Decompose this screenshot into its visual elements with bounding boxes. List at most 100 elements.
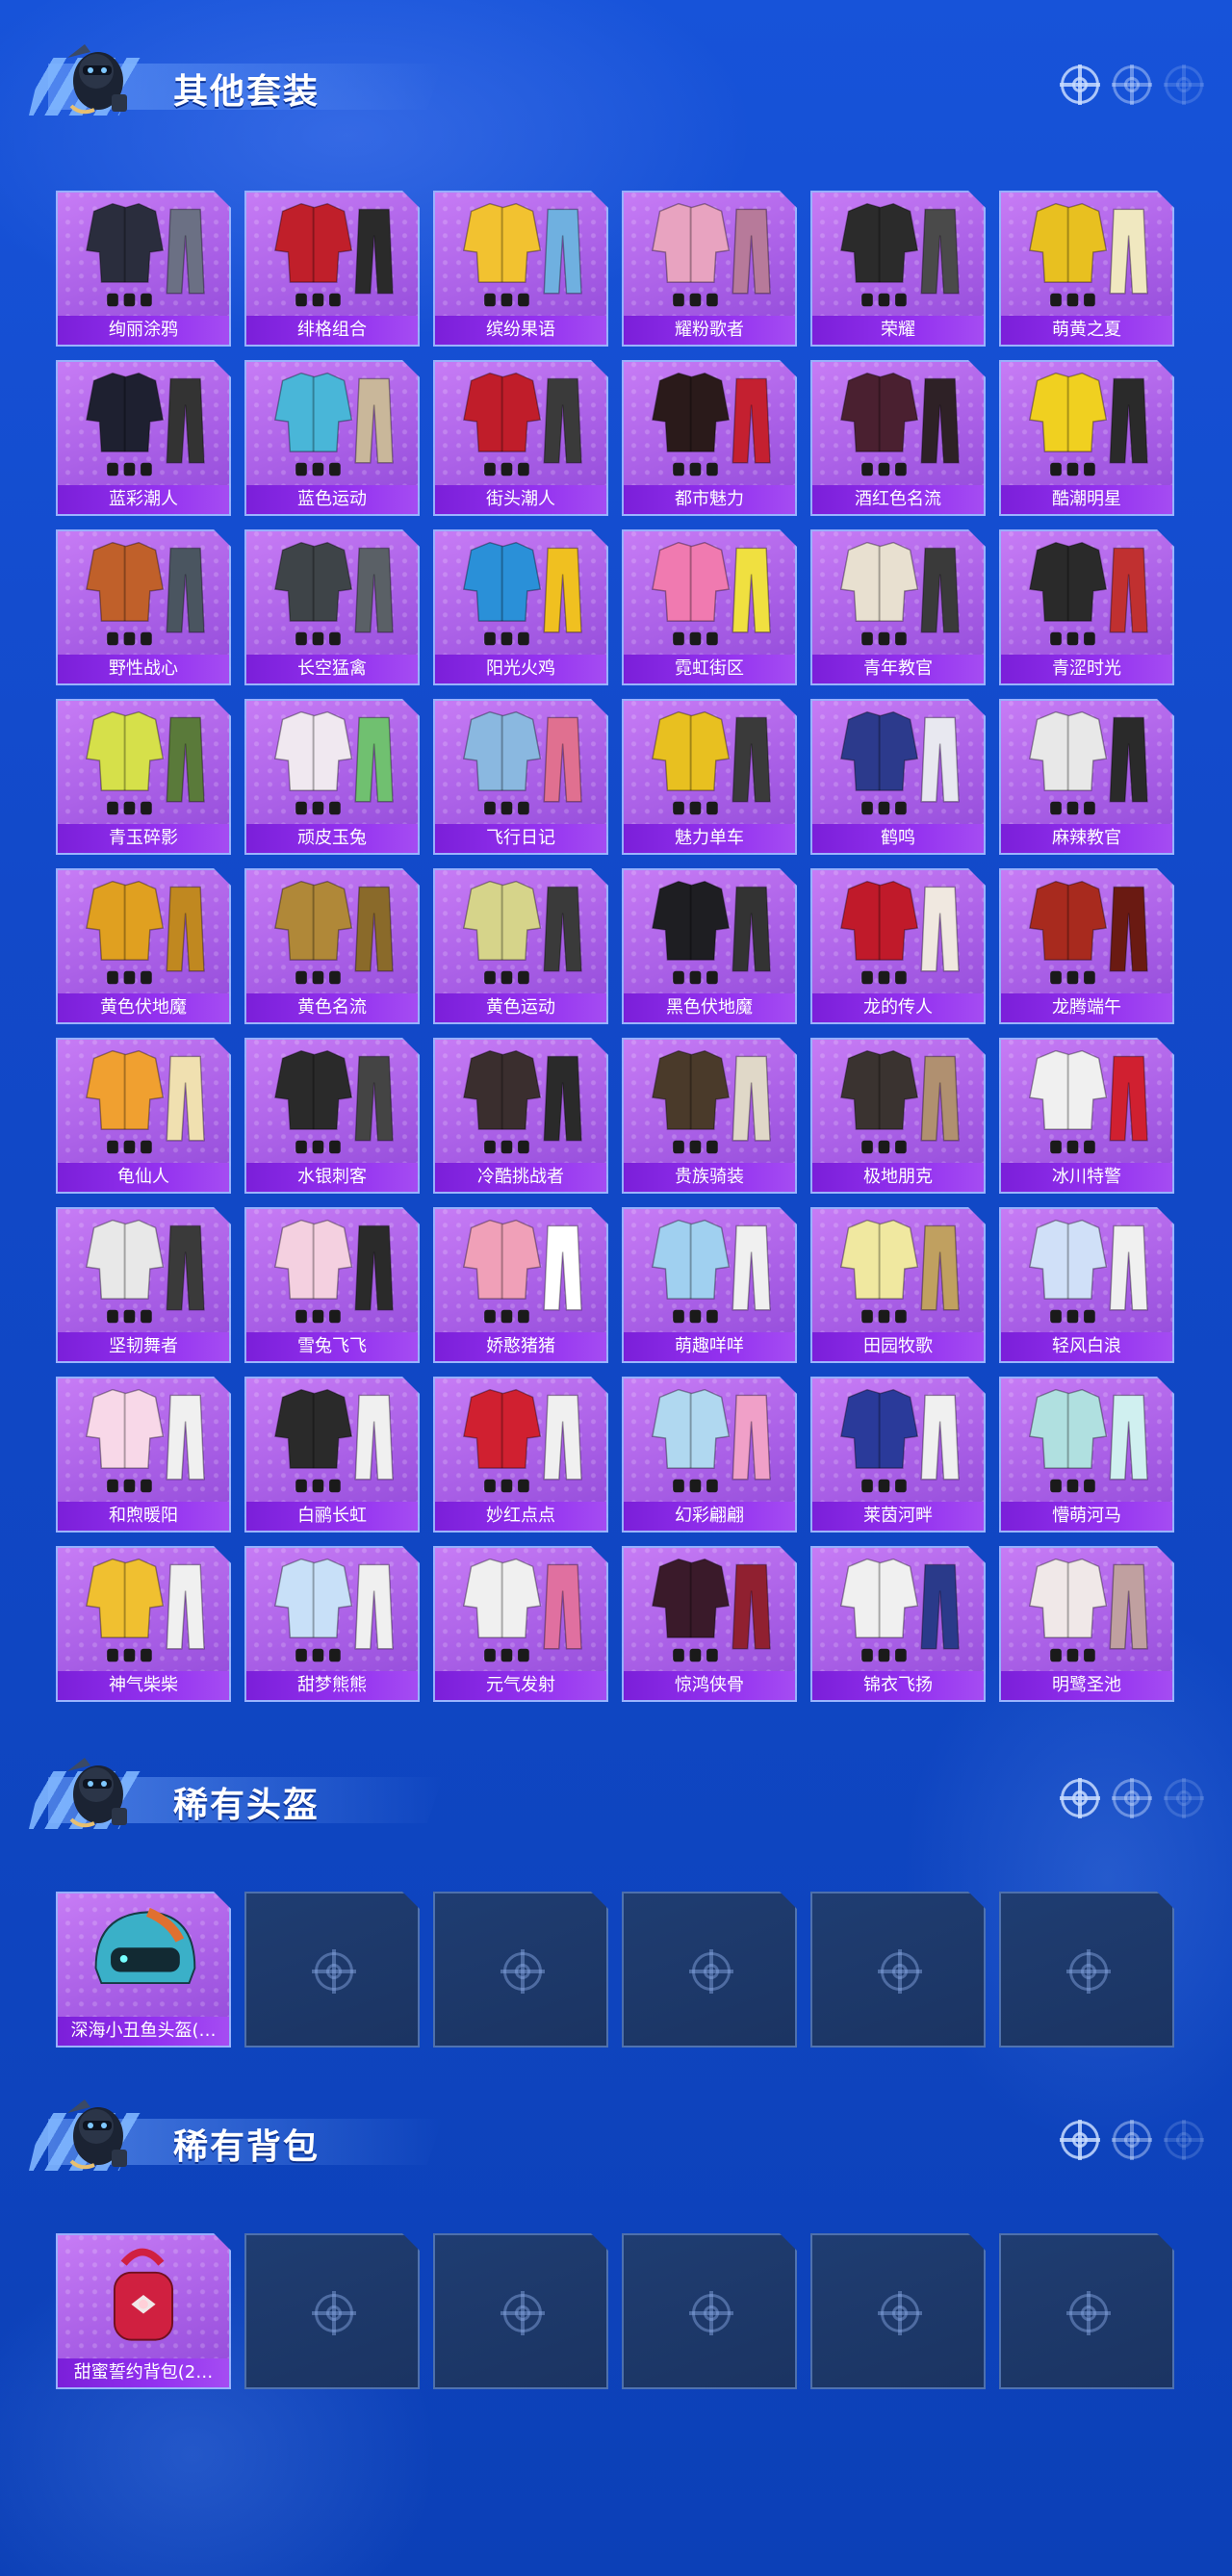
item-card[interactable]: 都市魅力 (622, 360, 797, 516)
item-name: 龙的传人 (812, 993, 984, 1022)
header-decoration (1060, 64, 1204, 105)
crosshair-icon (503, 1952, 542, 1991)
outfit-image (246, 362, 418, 485)
item-card[interactable]: 长空猛禽 (244, 529, 420, 685)
item-card[interactable]: 黑色伏地魔 (622, 868, 797, 1024)
item-card[interactable]: 萌黄之夏 (999, 191, 1174, 347)
item-name: 幻彩翩翩 (624, 1502, 795, 1531)
item-card[interactable]: 龙的传人 (810, 868, 986, 1024)
item-card[interactable]: 阳光火鸡 (433, 529, 608, 685)
item-card[interactable]: 耀粉歌者 (622, 191, 797, 347)
outfit-image (58, 1378, 229, 1502)
item-name: 都市魅力 (624, 485, 795, 514)
item-name: 飞行日记 (435, 824, 606, 853)
item-name: 娇憨猪猪 (435, 1332, 606, 1361)
item-card[interactable]: 飞行日记 (433, 699, 608, 855)
crosshair-icon (315, 2294, 353, 2332)
item-card[interactable]: 锦衣飞扬 (810, 1546, 986, 1702)
item-card[interactable]: 黄色名流 (244, 868, 420, 1024)
item-card[interactable]: 黄色运动 (433, 868, 608, 1024)
item-card[interactable]: 田园牧歌 (810, 1207, 986, 1363)
item-card[interactable]: 冰川特警 (999, 1038, 1174, 1194)
item-card[interactable]: 荣耀 (810, 191, 986, 347)
item-name: 阳光火鸡 (435, 655, 606, 683)
item-card[interactable]: 懵萌河马 (999, 1377, 1174, 1533)
item-card[interactable]: 明鹭圣池 (999, 1546, 1174, 1702)
outfit-image (1001, 1378, 1172, 1502)
header-decoration (1060, 2120, 1204, 2160)
empty-slot (999, 2233, 1174, 2389)
item-card[interactable]: 轻风白浪 (999, 1207, 1174, 1363)
item-card[interactable]: 和煦暖阳 (56, 1377, 231, 1533)
item-card[interactable]: 水银刺客 (244, 1038, 420, 1194)
outfit-image (812, 1378, 984, 1502)
item-card[interactable]: 麻辣教官 (999, 699, 1174, 855)
outfit-image (1001, 701, 1172, 824)
item-card[interactable]: 青涩时光 (999, 529, 1174, 685)
outfit-image (246, 870, 418, 993)
item-card[interactable]: 绚丽涂鸦 (56, 191, 231, 347)
crosshair-icon (1069, 1952, 1108, 1991)
outfit-image (246, 193, 418, 316)
item-name: 田园牧歌 (812, 1332, 984, 1361)
outfit-image (1001, 1548, 1172, 1671)
item-card[interactable]: 野性战心 (56, 529, 231, 685)
item-card[interactable]: 神气柴柴 (56, 1546, 231, 1702)
item-card[interactable]: 深海小丑鱼头盔(… (56, 1892, 231, 2048)
item-card[interactable]: 鹤鸣 (810, 699, 986, 855)
item-card[interactable]: 妙红点点 (433, 1377, 608, 1533)
mascot-icon (58, 1752, 133, 1833)
item-card[interactable]: 酷潮明星 (999, 360, 1174, 516)
item-card[interactable]: 冷酷挑战者 (433, 1038, 608, 1194)
item-card[interactable]: 霓虹街区 (622, 529, 797, 685)
item-name: 黄色名流 (246, 993, 418, 1022)
empty-slot (244, 1892, 420, 2048)
item-card[interactable]: 甜蜜誓约背包(2… (56, 2233, 231, 2389)
crosshair-icon (1060, 64, 1100, 105)
outfit-image (58, 1040, 229, 1163)
item-name: 绯格组合 (246, 316, 418, 345)
item-card[interactable]: 青年教官 (810, 529, 986, 685)
item-card[interactable]: 惊鸿侠骨 (622, 1546, 797, 1702)
crosshair-icon (1164, 2120, 1204, 2160)
section-title: 稀有头盔 (173, 1786, 321, 1825)
item-card[interactable]: 莱茵河畔 (810, 1377, 986, 1533)
item-name: 极地朋克 (812, 1163, 984, 1192)
item-card[interactable]: 元气发射 (433, 1546, 608, 1702)
outfit-image (1001, 362, 1172, 485)
item-card[interactable]: 娇憨猪猪 (433, 1207, 608, 1363)
item-card[interactable]: 龙腾端午 (999, 868, 1174, 1024)
item-name: 元气发射 (435, 1671, 606, 1700)
item-card[interactable]: 街头潮人 (433, 360, 608, 516)
item-name: 鹤鸣 (812, 824, 984, 853)
item-name: 明鹭圣池 (1001, 1671, 1172, 1700)
section-header: 其他套装 (29, 39, 1204, 125)
item-name: 冰川特警 (1001, 1163, 1172, 1192)
item-card[interactable]: 雪兔飞飞 (244, 1207, 420, 1363)
item-card[interactable]: 酒红色名流 (810, 360, 986, 516)
item-card[interactable]: 魅力单车 (622, 699, 797, 855)
outfit-image (435, 870, 606, 993)
item-card[interactable]: 幻彩翩翩 (622, 1377, 797, 1533)
item-card[interactable]: 蓝彩潮人 (56, 360, 231, 516)
item-card[interactable]: 甜梦熊熊 (244, 1546, 420, 1702)
item-card[interactable]: 龟仙人 (56, 1038, 231, 1194)
outfit-image (812, 870, 984, 993)
item-name: 酷潮明星 (1001, 485, 1172, 514)
item-card[interactable]: 缤纷果语 (433, 191, 608, 347)
item-card[interactable]: 顽皮玉兔 (244, 699, 420, 855)
outfit-image (246, 1209, 418, 1332)
outfit-image (435, 193, 606, 316)
item-name: 黄色伏地魔 (58, 993, 229, 1022)
item-card[interactable]: 极地朋克 (810, 1038, 986, 1194)
item-card[interactable]: 贵族骑装 (622, 1038, 797, 1194)
item-card[interactable]: 青玉碎影 (56, 699, 231, 855)
item-card[interactable]: 蓝色运动 (244, 360, 420, 516)
item-card[interactable]: 白鹂长虹 (244, 1377, 420, 1533)
outfit-image (1001, 1040, 1172, 1163)
item-card[interactable]: 黄色伏地魔 (56, 868, 231, 1024)
item-card[interactable]: 坚韧舞者 (56, 1207, 231, 1363)
item-name: 甜蜜誓约背包(2… (58, 2358, 229, 2387)
item-card[interactable]: 绯格组合 (244, 191, 420, 347)
item-card[interactable]: 萌趣咩咩 (622, 1207, 797, 1363)
